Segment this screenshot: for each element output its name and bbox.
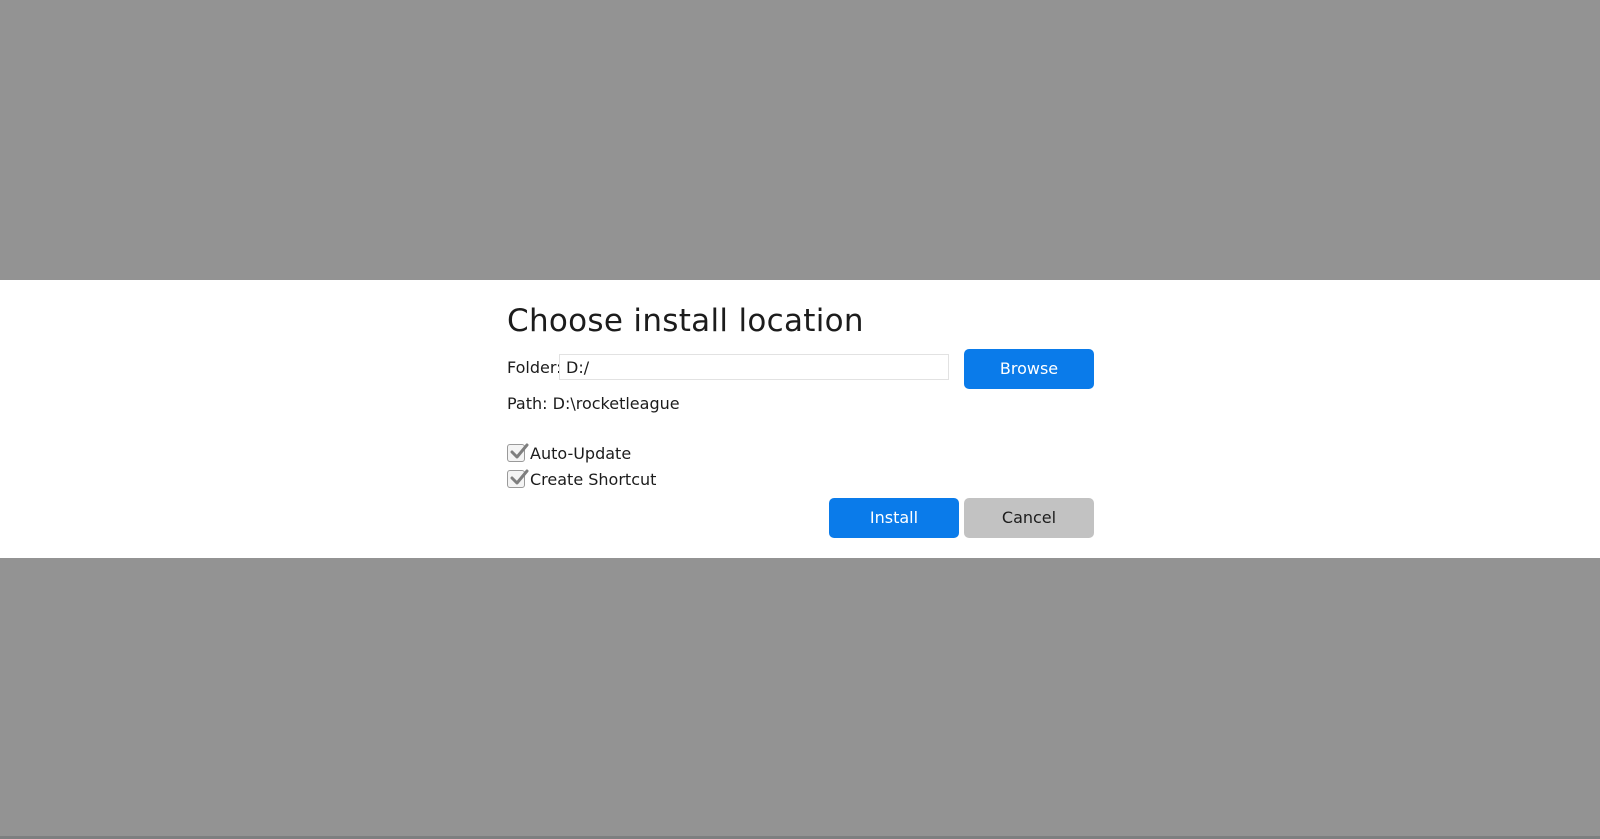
create-shortcut-label: Create Shortcut (530, 469, 657, 489)
folder-input[interactable] (559, 354, 949, 380)
path-label: Path: (507, 394, 553, 413)
create-shortcut-option[interactable]: Create Shortcut (507, 468, 656, 490)
checkmark-icon (510, 469, 529, 485)
auto-update-checkbox[interactable] (507, 443, 529, 462)
folder-label: Folder: (507, 358, 562, 377)
install-location-dialog: Choose install location Folder: Browse P… (0, 280, 1600, 558)
checkmark-icon (510, 443, 529, 459)
dialog-content: Choose install location Folder: Browse P… (507, 280, 1094, 558)
path-row: Path: D:\rocketleague (507, 394, 680, 413)
auto-update-label: Auto-Update (530, 443, 632, 463)
create-shortcut-checkbox[interactable] (507, 469, 529, 488)
browse-button[interactable]: Browse (964, 349, 1094, 389)
cancel-button[interactable]: Cancel (964, 498, 1094, 538)
dialog-title: Choose install location (507, 303, 864, 339)
path-value: D:\rocketleague (552, 394, 680, 413)
install-button[interactable]: Install (829, 498, 959, 538)
auto-update-option[interactable]: Auto-Update (507, 442, 631, 464)
